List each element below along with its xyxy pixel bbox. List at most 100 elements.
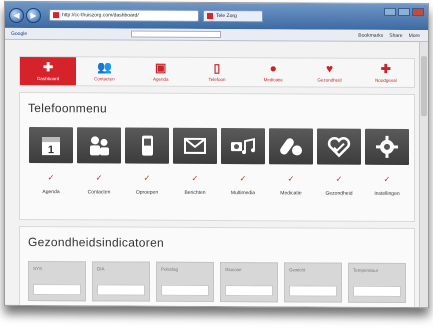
nav-label: Telefoon: [208, 76, 226, 83]
tile-instellingen[interactable]: [365, 128, 409, 166]
indicator-gewicht: Gewicht: [284, 262, 342, 303]
contacts-icon: [90, 136, 109, 156]
nav-medicatie[interactable]: ● Medicatie: [245, 58, 301, 86]
tile-gezondheid[interactable]: [317, 128, 361, 165]
browser-tab[interactable]: Tele Zorg: [203, 9, 263, 23]
indicator-value-field[interactable]: [289, 285, 337, 297]
indicator-label: Temperatuur: [353, 267, 379, 273]
google-label: Google: [11, 30, 28, 37]
health-indicators-title: Gezondheidsindicatoren: [28, 235, 165, 250]
envelope-icon: [184, 137, 206, 154]
phone-icon: [142, 135, 153, 156]
nav-dashboard[interactable]: ✚ Dashboard: [20, 56, 77, 86]
phone-menu-panel: Telefoonmenu 1 ✓ ✓ ✓ ✓ ✓ ✓ ✓ ✓ Agenda Co…: [19, 91, 415, 223]
browser-toolbar: Google Bookmarks Share More: [5, 27, 428, 43]
nav-noodgeval[interactable]: ✚ Noodgeval: [358, 59, 414, 87]
tile-oproepen[interactable]: [125, 127, 169, 164]
pills-icon: ●: [269, 61, 277, 76]
heart-icon: [327, 136, 351, 158]
page-content: ✚ Dashboard 👥 Contacten ▣ Agenda ▯ Telef…: [15, 48, 417, 309]
nav-label: Dashboard: [37, 76, 60, 82]
calendar-icon: ▣: [155, 60, 167, 75]
nav-agenda[interactable]: ▣ Agenda: [133, 58, 189, 86]
google-search-input[interactable]: [131, 30, 221, 39]
emergency-plus-icon: ✚: [380, 61, 391, 76]
tile-contacten[interactable]: [77, 127, 121, 164]
tile-label-berichten[interactable]: Berichten: [173, 190, 217, 196]
maximize-icon[interactable]: [398, 7, 410, 17]
check-icon: ✓: [383, 174, 391, 184]
window-controls: [384, 7, 424, 17]
nav-gezondheid[interactable]: ♥ Gezondheid: [301, 58, 357, 86]
check-icon: ✓: [191, 173, 199, 183]
check-icon: ✓: [239, 174, 247, 184]
check-icon: ✓: [47, 173, 55, 183]
indicator-dia: DIA: [92, 261, 150, 302]
indicator-value-field[interactable]: [225, 285, 273, 297]
check-icon: ✓: [143, 173, 151, 183]
phone-icon: ▯: [213, 60, 221, 76]
indicator-temperatuur: Temperatuur: [348, 262, 406, 303]
check-icon: ✓: [287, 174, 295, 184]
toolbar-more[interactable]: More: [409, 33, 420, 39]
address-text: http://cc-thuiszorg.com/dashboard/: [62, 12, 139, 19]
toolbar-tools: Bookmarks Share More: [358, 32, 420, 38]
indicator-label: DIA: [97, 266, 105, 272]
heart-icon: ♥: [325, 61, 334, 76]
scrollbar[interactable]: [419, 42, 428, 309]
phone-menu-title: Telefoonmenu: [28, 101, 107, 116]
nav-label: Gezondheid: [317, 77, 342, 83]
indicator-sys: SYS: [28, 261, 86, 302]
nav-telefoon[interactable]: ▯ Telefoon: [189, 58, 245, 86]
forward-icon[interactable]: ▶: [26, 7, 41, 23]
indicator-value-field[interactable]: [161, 284, 209, 296]
nav-label: Agenda: [152, 76, 169, 82]
health-indicators-panel: Gezondheidsindicatoren SYS DIA Polsslag …: [19, 225, 415, 309]
toolbar-share[interactable]: Share: [389, 32, 402, 38]
tile-label-oproepen[interactable]: Oproepen: [125, 190, 169, 196]
tile-berichten[interactable]: [173, 127, 217, 165]
svg-text:1: 1: [48, 144, 54, 156]
pills-icon: [280, 138, 302, 156]
scrollbar-thumb[interactable]: [421, 56, 427, 117]
tile-checks: ✓ ✓ ✓ ✓ ✓ ✓ ✓ ✓: [29, 173, 409, 184]
nav-label: Medicatie: [263, 77, 283, 83]
indicator-label: Glucose: [225, 267, 242, 273]
indicator-label: Gewicht: [289, 267, 306, 273]
close-icon[interactable]: [412, 8, 424, 17]
indicator-glucose: Glucose: [220, 262, 278, 303]
minimize-icon[interactable]: [384, 7, 396, 16]
favicon-icon: [53, 12, 59, 19]
indicator-value-field[interactable]: [97, 284, 145, 296]
plus-icon: ✚: [43, 60, 54, 75]
tile-label-agenda[interactable]: Agenda: [29, 189, 73, 195]
indicator-list: SYS DIA Polsslag Glucose Gewicht Tempera…: [28, 261, 410, 303]
toolbar-bookmarks[interactable]: Bookmarks: [358, 32, 383, 38]
tile-label-multimedia[interactable]: Multimedia: [221, 190, 265, 196]
indicator-value-field[interactable]: [33, 284, 81, 296]
address-bar[interactable]: http://cc-thuiszorg.com/dashboard/: [49, 9, 199, 22]
back-icon[interactable]: ◀: [9, 7, 24, 23]
tile-label-contacten[interactable]: Contacten: [77, 189, 121, 195]
calendar-icon: 1: [42, 137, 60, 156]
tile-labels: Agenda Contacten Oproepen Berichten Mult…: [29, 189, 409, 197]
tile-label-gezondheid[interactable]: Gezondheid: [317, 191, 361, 197]
check-icon: ✓: [335, 174, 343, 184]
tile-agenda[interactable]: 1: [29, 127, 73, 164]
top-navigation: ✚ Dashboard 👥 Contacten ▣ Agenda ▯ Telef…: [19, 55, 415, 89]
indicator-label: Polsslag: [161, 266, 179, 272]
indicator-value-field[interactable]: [353, 285, 401, 297]
nav-label: Contacten: [94, 76, 115, 82]
contacts-icon: 👥: [96, 60, 112, 75]
tile-label-instellingen[interactable]: Instellingen: [365, 191, 409, 197]
photo-frame: ◀ ▶ http://cc-thuiszorg.com/dashboard/ T…: [4, 0, 429, 309]
tile-medicatie[interactable]: [269, 128, 313, 165]
tile-label-medicatie[interactable]: Medicatie: [269, 190, 313, 196]
indicator-label: SYS: [33, 266, 43, 272]
gear-icon: [376, 135, 398, 158]
indicator-polsslag: Polsslag: [156, 261, 214, 302]
nav-label: Noodgeval: [375, 77, 397, 83]
tile-multimedia[interactable]: [221, 128, 265, 165]
check-icon: ✓: [95, 173, 103, 183]
nav-contacten[interactable]: 👥 Contacten: [76, 57, 132, 85]
